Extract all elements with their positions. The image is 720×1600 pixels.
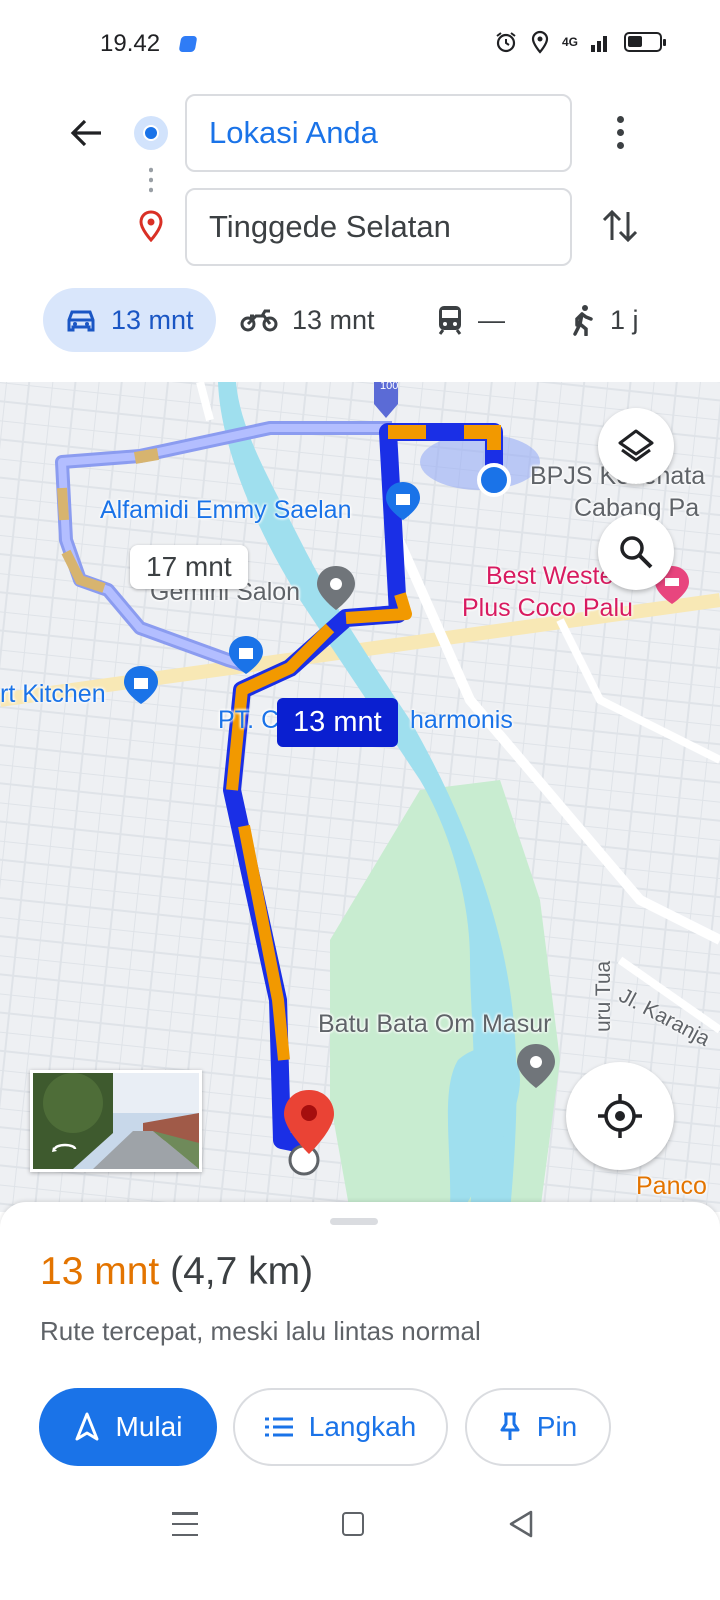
tab-driving[interactable]: 13 mnt [43, 288, 216, 352]
triangle-back-icon [509, 1510, 533, 1538]
tab-walking[interactable]: 1 j [570, 288, 639, 352]
app-notification-icon [178, 36, 198, 52]
more-options-button[interactable] [600, 110, 640, 154]
swap-vertical-icon [602, 209, 638, 243]
system-navigation-bar [0, 1490, 720, 1560]
pin-icon [500, 1412, 520, 1440]
poi-pt-right[interactable]: harmonis [410, 706, 513, 735]
battery-icon [624, 32, 666, 52]
recent-apps-button[interactable] [172, 1512, 198, 1536]
poi-best-western-line2[interactable]: Plus Coco Palu [462, 594, 633, 623]
back-button[interactable] [66, 112, 108, 154]
signal-icon [591, 36, 607, 52]
arrow-back-icon [70, 119, 101, 147]
alternate-route-label[interactable]: 17 mnt [130, 545, 248, 589]
street-view-thumbnail[interactable] [30, 1070, 202, 1172]
location-icon [531, 30, 549, 54]
tab-driving-label: 13 mnt [111, 304, 194, 335]
navigation-arrow-icon [75, 1412, 99, 1441]
poi-best-western-line1[interactable]: Best Weste [486, 562, 613, 591]
tab-walking-label: 1 j [610, 304, 639, 335]
tab-transit-label: — [478, 304, 505, 335]
start-button[interactable]: Mulai [39, 1388, 217, 1466]
origin-marker-icon [134, 116, 168, 150]
train-icon [438, 306, 462, 335]
status-time: 19.42 [100, 30, 161, 57]
route-description: Rute tercepat, meski lalu lintas normal [40, 1316, 481, 1346]
crosshair-icon [598, 1094, 642, 1138]
pin-button-label: Pin [536, 1411, 578, 1442]
poi-alfamidi[interactable]: Alfamidi Emmy Saelan [100, 496, 351, 525]
status-icons: 4G [494, 30, 666, 54]
my-location-button[interactable] [566, 1062, 674, 1170]
travel-mode-tabs: 13 mnt 13 mnt — 1 j [0, 288, 720, 354]
start-button-label: Mulai [115, 1411, 183, 1442]
route-connector [149, 165, 153, 195]
main-route-label[interactable]: 13 mnt [277, 698, 398, 747]
street-label-guru-tua: uru Tua [592, 960, 615, 1032]
walking-icon [573, 305, 593, 336]
pin-button[interactable]: Pin [465, 1388, 611, 1466]
home-button[interactable] [342, 1512, 364, 1536]
poi-pt-left[interactable]: PT. C [218, 706, 279, 735]
eta-distance: (4,7 km) [170, 1250, 314, 1293]
network-label: 4G [561, 35, 578, 49]
destination-pin-icon [138, 210, 164, 247]
steps-button-label: Langkah [308, 1411, 417, 1442]
road-shield-label: 100 [380, 382, 399, 392]
destination-field[interactable]: Tinggede Selatan [185, 188, 572, 266]
swap-button[interactable] [598, 204, 642, 248]
alarm-icon [496, 32, 516, 53]
route-eta: 13 mnt (4,7 km) [40, 1250, 313, 1294]
tab-motorcycle[interactable]: 13 mnt [240, 288, 375, 352]
poi-batu-bata[interactable]: Batu Bata Om Masur [318, 1010, 551, 1039]
tab-motorcycle-label: 13 mnt [292, 304, 375, 335]
sheet-drag-handle[interactable] [330, 1218, 378, 1225]
layers-icon [618, 429, 654, 462]
street-view-photo [33, 1073, 199, 1169]
eta-time: 13 mnt [40, 1250, 160, 1293]
layers-button[interactable] [598, 408, 674, 484]
poi-kitchen[interactable]: rt Kitchen [0, 680, 106, 709]
poi-panco[interactable]: Panco [636, 1172, 707, 1201]
tab-transit[interactable]: — [436, 288, 505, 352]
origin-field[interactable]: Lokasi Anda [185, 94, 572, 172]
steps-button[interactable]: Langkah [233, 1388, 448, 1466]
status-bar: 19.42 4G [0, 0, 720, 90]
motorcycle-icon [240, 309, 278, 332]
list-icon [264, 1417, 293, 1437]
search-along-route-button[interactable] [598, 514, 674, 590]
back-nav-button[interactable] [508, 1510, 534, 1543]
car-icon [67, 310, 95, 332]
search-icon [620, 536, 653, 569]
